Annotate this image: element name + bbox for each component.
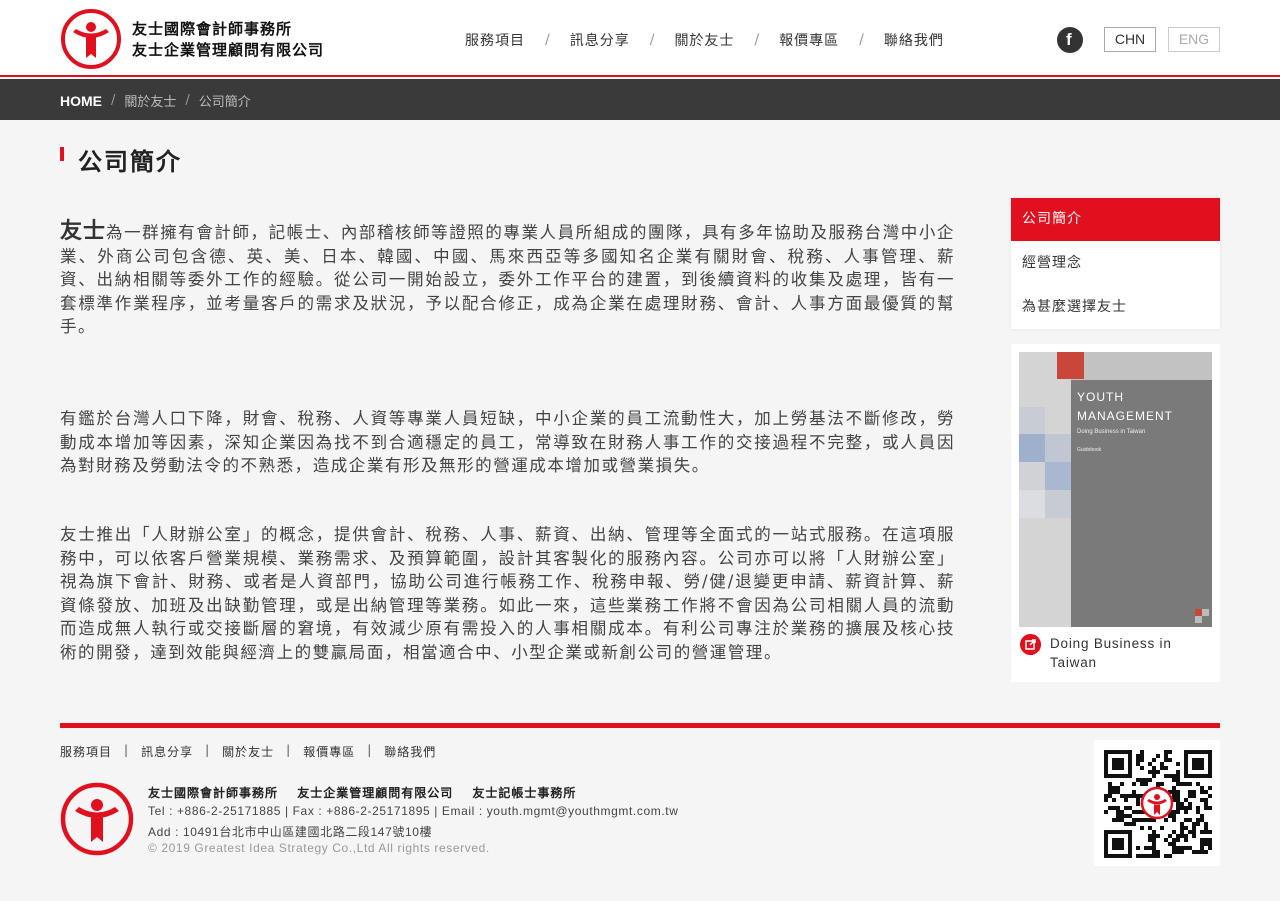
guidebook-cover-title-2: MANAGEMENT xyxy=(1077,409,1174,423)
external-link-icon[interactable] xyxy=(1020,634,1041,655)
footer-company-1: 友士國際會計師事務所 xyxy=(148,786,279,800)
footer-nav-separator: | xyxy=(124,743,130,757)
nav-about[interactable]: 關於友士 xyxy=(674,30,734,50)
background-paragraph: 有鑑於台灣人口下降，財會、稅務、人資等專業人員短缺，中小企業的員工流動性大，加上… xyxy=(60,409,955,475)
nav-quote[interactable]: 報價專區 xyxy=(779,30,839,50)
lang-eng-button[interactable]: ENG xyxy=(1168,27,1220,52)
footer-logo-icon xyxy=(60,782,134,856)
nav-news[interactable]: 訊息分享 xyxy=(570,30,630,50)
footer-nav-separator: | xyxy=(286,743,292,757)
facebook-icon[interactable]: f xyxy=(1057,27,1083,53)
sidebar-item-why-choose[interactable]: 為甚麼選擇友士 xyxy=(1011,285,1220,329)
footer-copyright: © 2019 Greatest Idea Strategy Co.,Ltd Al… xyxy=(148,841,490,855)
footer-nav-quote[interactable]: 報價專區 xyxy=(303,743,355,760)
main-nav: 服務項目 / 訊息分享 / 關於友士 / 報價專區 / 聯絡我們 xyxy=(465,30,944,50)
sidebar-menu: 公司簡介 經營理念 為甚麼選擇友士 xyxy=(1011,198,1220,329)
title-accent-bar xyxy=(60,147,64,161)
guidebook-cover[interactable]: YOUTH MANAGEMENT Doing Business in Taiwa… xyxy=(1019,352,1212,627)
sidebar-item-philosophy[interactable]: 經營理念 xyxy=(1011,241,1220,285)
facebook-glyph: f xyxy=(1066,30,1072,49)
footer-nav-contact[interactable]: 聯絡我們 xyxy=(384,743,436,760)
intro-lead: 友士 xyxy=(60,219,107,244)
guidebook-caption[interactable]: Doing Business in Taiwan xyxy=(1050,634,1210,672)
footer-contact-info: Tel : +886-2-25171885 | Fax : +886-2-251… xyxy=(148,804,679,818)
site-header: 友士國際會計師事務所 友士企業管理顧問有限公司 服務項目 / 訊息分享 / 關於… xyxy=(0,0,1280,77)
qr-code-graphic-icon xyxy=(1104,750,1212,858)
footer-divider xyxy=(60,723,1220,728)
guidebook-cover-subtitle: Doing Business in Taiwan xyxy=(1077,429,1146,435)
footer-company-names: 友士國際會計師事務所 友士企業管理顧問有限公司 友士記帳士事務所 xyxy=(148,784,590,801)
lang-chn-button[interactable]: CHN xyxy=(1104,27,1156,52)
footer-company-3: 友士記帳士事務所 xyxy=(472,786,577,800)
footer-nav-separator: | xyxy=(205,743,211,757)
qr-code-icon xyxy=(1094,740,1220,866)
nav-separator: / xyxy=(545,32,550,48)
brand-name-line1: 友士國際會計師事務所 xyxy=(132,20,293,38)
guidebook-cover-tag: Guidebook xyxy=(1077,447,1102,453)
nav-separator: / xyxy=(754,32,760,48)
footer-nav: 服務項目 | 訊息分享 | 關於友士 | 報價專區 | 聯絡我們 xyxy=(60,743,436,760)
brand-name-line2: 友士企業管理顧問有限公司 xyxy=(132,41,325,59)
breadcrumb-home[interactable]: HOME xyxy=(60,93,102,109)
guidebook-cover-title-1: YOUTH xyxy=(1077,390,1124,404)
breadcrumb-bar: HOME / 關於友士 / 公司簡介 xyxy=(0,79,1280,120)
intro-paragraph: 友士為一群擁有會計師，記帳士、內部稽核師等證照的專業人員所組成的團隊，具有多年協… xyxy=(60,220,955,339)
service-paragraph: 友士推出「人財辦公室」的概念，提供會計、稅務、人事、薪資、出納、管理等全面式的一… xyxy=(60,525,955,662)
nav-services[interactable]: 服務項目 xyxy=(465,30,525,50)
breadcrumb: HOME / 關於友士 / 公司簡介 xyxy=(60,91,251,111)
page-title: 公司簡介 xyxy=(78,148,182,176)
breadcrumb-separator: / xyxy=(111,93,116,108)
nav-contact[interactable]: 聯絡我們 xyxy=(884,30,944,50)
footer-address: Add : 10491台北市中山區建國北路二段147號10樓 xyxy=(148,825,433,839)
brand-name[interactable]: 友士國際會計師事務所 友士企業管理顧問有限公司 xyxy=(132,19,324,61)
footer-nav-news[interactable]: 訊息分享 xyxy=(141,743,193,760)
footer-nav-about[interactable]: 關於友士 xyxy=(222,743,274,760)
footer-nav-services[interactable]: 服務項目 xyxy=(60,743,112,760)
footer-company-2: 友士企業管理顧問有限公司 xyxy=(297,786,454,800)
company-logo-icon[interactable] xyxy=(60,8,122,70)
footer-nav-separator: | xyxy=(367,743,373,757)
breadcrumb-about[interactable]: 關於友士 xyxy=(124,91,176,110)
breadcrumb-separator: / xyxy=(185,93,190,108)
breadcrumb-current: 公司簡介 xyxy=(198,95,251,110)
nav-separator: / xyxy=(649,32,655,48)
guidebook-card[interactable]: YOUTH MANAGEMENT Doing Business in Taiwa… xyxy=(1011,344,1220,682)
sidebar-item-company-profile[interactable]: 公司簡介 xyxy=(1011,198,1220,241)
intro-text: 為一群擁有會計師，記帳士、內部稽核師等證照的專業人員所組成的團隊，具有多年協助及… xyxy=(60,223,955,336)
nav-separator: / xyxy=(859,32,864,48)
